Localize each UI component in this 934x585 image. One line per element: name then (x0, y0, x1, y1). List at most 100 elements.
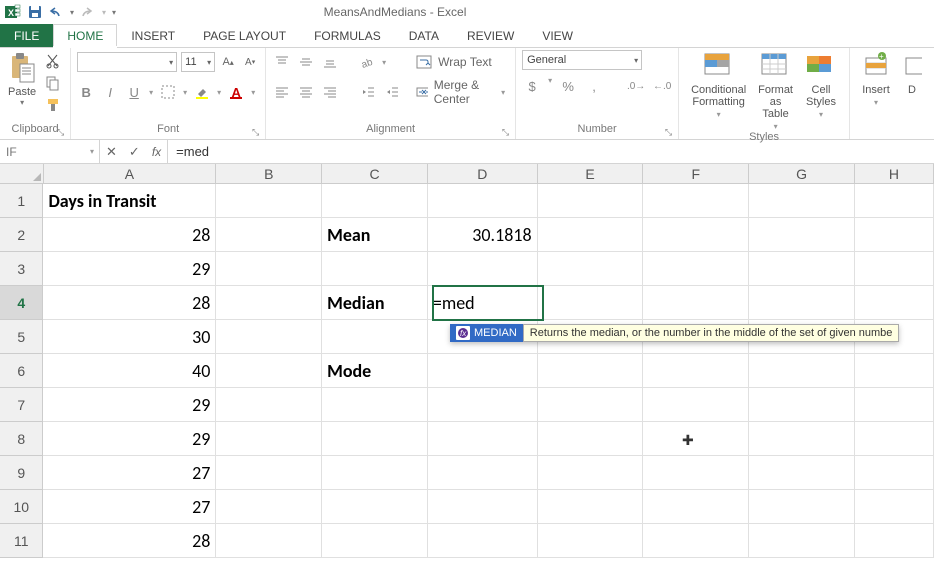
cell[interactable] (643, 286, 749, 320)
col-header-G[interactable]: G (749, 164, 855, 183)
insert-cells-button[interactable]: + Insert ▾ (856, 50, 896, 107)
cell[interactable] (216, 388, 322, 422)
increase-indent-button[interactable] (382, 82, 402, 102)
cell[interactable] (749, 286, 855, 320)
cell[interactable] (538, 490, 644, 524)
cell[interactable]: Mode (322, 354, 428, 388)
cell[interactable] (216, 218, 322, 252)
cell[interactable] (216, 252, 322, 286)
decrease-font-button[interactable]: A▾ (241, 52, 259, 72)
cell[interactable] (322, 422, 428, 456)
cell[interactable] (855, 218, 934, 252)
alignment-dialog-launcher-icon[interactable]: ⤡ (502, 127, 509, 138)
enter-formula-button[interactable]: ✓ (129, 144, 140, 160)
borders-dropdown-icon[interactable]: ▾ (183, 88, 187, 97)
cell[interactable] (855, 490, 934, 524)
col-header-A[interactable]: A (44, 164, 217, 183)
fill-color-dropdown-icon[interactable]: ▾ (217, 88, 221, 97)
cell[interactable] (216, 524, 322, 558)
font-name-combo[interactable]: ▾ (77, 52, 177, 72)
cell[interactable] (538, 456, 644, 490)
cell[interactable] (749, 456, 855, 490)
cell-styles-button[interactable]: Cell Styles ▾ (799, 50, 843, 119)
cell[interactable] (216, 456, 322, 490)
bold-button[interactable]: B (77, 82, 95, 102)
cell[interactable] (428, 490, 538, 524)
clipboard-dialog-launcher-icon[interactable]: ⤡ (57, 127, 64, 138)
cell[interactable]: 28 (43, 524, 216, 558)
tab-insert[interactable]: INSERT (117, 24, 189, 47)
excel-app-icon[interactable]: X (4, 3, 22, 21)
increase-decimal-button[interactable]: .0→ (626, 76, 646, 96)
paste-button[interactable]: Paste ▾ (6, 50, 38, 109)
cell[interactable] (216, 354, 322, 388)
align-top-button[interactable] (272, 52, 292, 72)
cell[interactable] (428, 184, 538, 218)
cell[interactable]: 27 (43, 456, 216, 490)
cell[interactable] (538, 184, 644, 218)
cell[interactable]: Days in Transit (43, 184, 216, 218)
cell[interactable] (643, 524, 749, 558)
align-center-button[interactable] (296, 82, 316, 102)
number-format-combo[interactable]: General▾ (522, 50, 642, 70)
col-header-C[interactable]: C (322, 164, 428, 183)
cell[interactable] (216, 286, 322, 320)
cell[interactable]: Median (322, 286, 428, 320)
cell[interactable] (643, 354, 749, 388)
underline-dropdown-icon[interactable]: ▾ (149, 88, 153, 97)
cell[interactable] (538, 354, 644, 388)
cell[interactable] (322, 388, 428, 422)
italic-button[interactable]: I (101, 82, 119, 102)
decrease-decimal-button[interactable]: ←.0 (652, 76, 672, 96)
cell[interactable] (322, 320, 428, 354)
tab-formulas[interactable]: FORMULAS (300, 24, 395, 47)
redo-icon[interactable] (80, 3, 98, 21)
cell[interactable] (855, 456, 934, 490)
cell[interactable]: 28 (43, 286, 216, 320)
cell[interactable] (428, 252, 538, 286)
col-header-D[interactable]: D (428, 164, 538, 183)
tab-data[interactable]: DATA (395, 24, 453, 47)
cell[interactable] (855, 524, 934, 558)
cell[interactable] (428, 422, 538, 456)
align-bottom-button[interactable] (320, 52, 340, 72)
cell[interactable] (538, 218, 644, 252)
cell[interactable] (855, 252, 934, 286)
cell[interactable] (749, 184, 855, 218)
cell[interactable] (643, 422, 749, 456)
col-header-F[interactable]: F (643, 164, 749, 183)
tab-home[interactable]: HOME (53, 24, 117, 47)
col-header-E[interactable]: E (538, 164, 644, 183)
cell[interactable] (538, 422, 644, 456)
tab-review[interactable]: REVIEW (453, 24, 528, 47)
percent-format-button[interactable]: % (558, 76, 578, 96)
cell[interactable]: 29 (43, 422, 216, 456)
cell[interactable]: 30 (43, 320, 216, 354)
align-left-button[interactable] (272, 82, 292, 102)
merge-center-button[interactable]: Merge & Center ▾ (412, 80, 509, 104)
cancel-formula-button[interactable]: ✕ (106, 144, 117, 160)
cell[interactable] (216, 490, 322, 524)
autocomplete-item[interactable]: fx MEDIAN (450, 324, 523, 342)
font-color-button[interactable]: A (227, 82, 245, 102)
tab-page-layout[interactable]: PAGE LAYOUT (189, 24, 300, 47)
cell[interactable] (322, 456, 428, 490)
fill-color-button[interactable] (193, 82, 211, 102)
font-dialog-launcher-icon[interactable]: ⤡ (252, 127, 259, 138)
cell[interactable] (643, 456, 749, 490)
cell[interactable] (855, 286, 934, 320)
borders-button[interactable] (159, 82, 177, 102)
cell[interactable]: 27 (43, 490, 216, 524)
cell[interactable] (749, 490, 855, 524)
cell[interactable] (749, 388, 855, 422)
underline-button[interactable]: U (125, 82, 143, 102)
save-icon[interactable] (26, 3, 44, 21)
format-painter-button[interactable] (42, 94, 64, 116)
name-box[interactable]: IF▾ (0, 140, 100, 163)
cell[interactable] (322, 524, 428, 558)
cell[interactable] (428, 354, 538, 388)
cell[interactable] (643, 388, 749, 422)
cell[interactable] (216, 184, 322, 218)
cut-button[interactable] (42, 50, 64, 72)
cell[interactable] (643, 252, 749, 286)
